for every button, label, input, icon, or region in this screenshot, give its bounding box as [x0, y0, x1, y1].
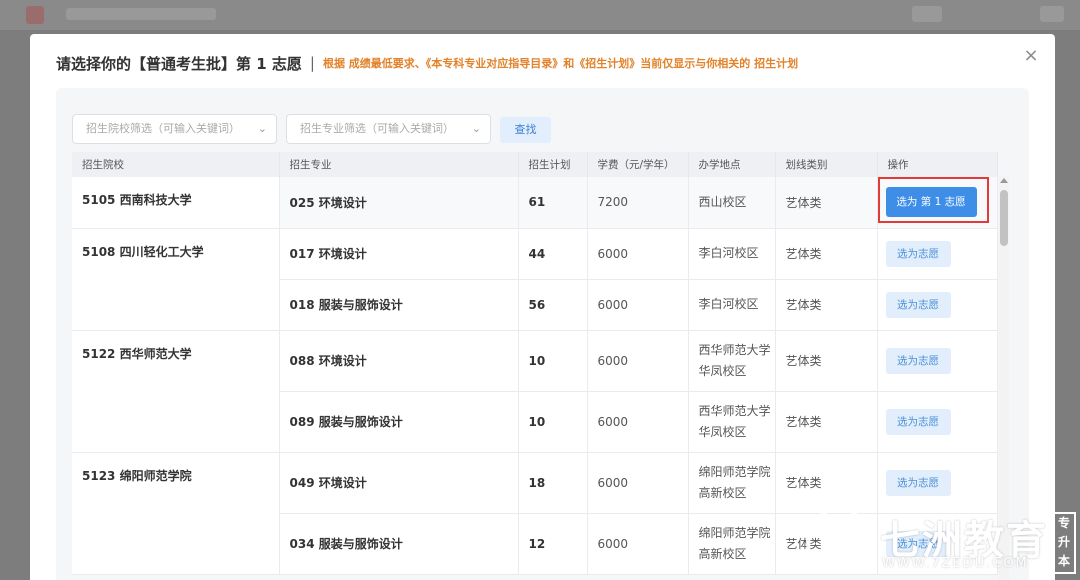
- table-row: 5105 西南科技大学 025 环境设计 61 7200 西山校区 艺体类 选为…: [72, 177, 998, 229]
- column-header-category: 划线类别: [775, 152, 878, 177]
- plan-panel: 招生院校筛选（可输入关键词） ⌄ 招生专业筛选（可输入关键词） ⌄ 查找 招生院…: [56, 88, 1029, 580]
- major-cell: 017 环境设计: [279, 228, 519, 280]
- column-header-school: 招生院校: [72, 152, 280, 177]
- location-cell: 西山校区: [688, 177, 776, 229]
- location-cell: 李白河校区: [688, 279, 776, 331]
- select-choice-button[interactable]: 选为志愿: [885, 347, 951, 374]
- select-choice-button[interactable]: 选为志愿: [885, 291, 951, 318]
- watermark-tag: 专升本: [1052, 512, 1076, 574]
- category-cell: 艺体类: [775, 177, 878, 229]
- fee-cell: 7200: [587, 177, 689, 229]
- fee-cell: 6000: [587, 279, 689, 331]
- plan-cell: 12: [518, 513, 588, 575]
- school-filter-placeholder: 招生院校筛选（可输入关键词）: [86, 122, 240, 135]
- location-cell: 绵阳师范学院高新校区: [688, 513, 776, 575]
- major-cell: 018 服装与服饰设计: [279, 279, 519, 331]
- close-icon[interactable]: ×: [1021, 46, 1041, 66]
- search-button[interactable]: 查找: [500, 117, 551, 143]
- location-cell: 绵阳师范学院高新校区: [688, 452, 776, 514]
- modal-header: 请选择你的【普通考生批】第 1 志愿 | 根据 成绩最低要求、《本专科专业对应指…: [56, 52, 798, 74]
- select-choice-button[interactable]: 选为志愿: [885, 408, 951, 435]
- category-cell: 艺体类: [775, 391, 878, 453]
- modal-title: 请选择你的【普通考生批】第 1 志愿: [56, 54, 302, 73]
- table-row: 5123 绵阳师范学院 049 环境设计 18 6000 绵阳师范学院高新校区 …: [72, 452, 998, 575]
- column-header-fee: 学费（元/学年）: [587, 152, 689, 177]
- watermark-url: WWW.7ZEDU.COM: [882, 556, 1029, 571]
- major-cell: 034 服装与服饰设计: [279, 513, 519, 575]
- watermark-seal-logo: [806, 508, 872, 574]
- location-cell: 西华师范大学华凤校区: [688, 391, 776, 453]
- select-choice-button[interactable]: 选为志愿: [885, 240, 951, 267]
- category-cell: 艺体类: [775, 228, 878, 280]
- major-cell: 049 环境设计: [279, 452, 519, 514]
- choice-modal: 请选择你的【普通考生批】第 1 志愿 | 根据 成绩最低要求、《本专科专业对应指…: [30, 34, 1055, 580]
- column-header-plan: 招生计划: [518, 152, 588, 177]
- column-header-location: 办学地点: [688, 152, 776, 177]
- highlight-box: [878, 177, 989, 223]
- chevron-down-icon: ⌄: [471, 122, 481, 135]
- plan-panel-inner: 招生院校筛选（可输入关键词） ⌄ 招生专业筛选（可输入关键词） ⌄ 查找 招生院…: [72, 114, 1009, 580]
- school-cell: 5108 四川轻化工大学: [72, 228, 280, 331]
- action-cell: 选为志愿: [877, 391, 998, 453]
- plan-cell: 61: [518, 177, 588, 229]
- background-nav-item: [1040, 6, 1064, 22]
- plan-cell: 10: [518, 391, 588, 453]
- title-separator: |: [309, 54, 315, 72]
- major-filter-placeholder: 招生专业筛选（可输入关键词）: [300, 122, 454, 135]
- table-row: 5122 西华师范大学 088 环境设计 10 6000 西华师范大学华凤校区 …: [72, 330, 998, 453]
- major-cell: 025 环境设计: [279, 177, 519, 229]
- category-cell: 艺体类: [775, 279, 878, 331]
- fee-cell: 6000: [587, 513, 689, 575]
- fee-cell: 6000: [587, 391, 689, 453]
- table-row: 5108 四川轻化工大学 017 环境设计 44 6000 李白河校区 艺体类 …: [72, 228, 998, 331]
- scroll-up-icon[interactable]: [1000, 178, 1008, 183]
- plan-table: 招生院校 招生专业 招生计划 学费（元/学年） 办学地点 划线类别 操作 510…: [72, 152, 998, 575]
- column-header-action: 操作: [877, 152, 998, 177]
- action-cell: 选为志愿: [877, 279, 998, 331]
- major-cell: 088 环境设计: [279, 330, 519, 392]
- action-cell: 选为志愿: [877, 330, 998, 392]
- background-logo: [26, 6, 44, 24]
- action-cell: 选为志愿: [877, 452, 998, 514]
- select-choice-button[interactable]: 选为志愿: [885, 469, 951, 496]
- school-filter-select[interactable]: 招生院校筛选（可输入关键词） ⌄: [72, 114, 277, 144]
- location-cell: 西华师范大学华凤校区: [688, 330, 776, 392]
- scrollbar-thumb[interactable]: [1000, 190, 1008, 246]
- location-cell: 李白河校区: [688, 228, 776, 280]
- background-site-title: [66, 8, 216, 20]
- column-header-major: 招生专业: [279, 152, 519, 177]
- school-cell: 5122 西华师范大学: [72, 330, 280, 453]
- major-cell: 089 服装与服饰设计: [279, 391, 519, 453]
- fee-cell: 6000: [587, 228, 689, 280]
- action-cell: 选为志愿: [877, 228, 998, 280]
- modal-note: 根据 成绩最低要求、《本专科专业对应指导目录》和《招生计划》当前仅显示与你相关的…: [322, 57, 799, 70]
- major-filter-select[interactable]: 招生专业筛选（可输入关键词） ⌄: [286, 114, 491, 144]
- plan-cell: 56: [518, 279, 588, 331]
- table-header-row: 招生院校 招生专业 招生计划 学费（元/学年） 办学地点 划线类别 操作: [72, 152, 998, 177]
- plan-cell: 44: [518, 228, 588, 280]
- plan-cell: 18: [518, 452, 588, 514]
- chevron-down-icon: ⌄: [257, 122, 267, 135]
- plan-cell: 10: [518, 330, 588, 392]
- school-cell: 5123 绵阳师范学院: [72, 452, 280, 575]
- category-cell: 艺体类: [775, 452, 878, 514]
- fee-cell: 6000: [587, 452, 689, 514]
- fee-cell: 6000: [587, 330, 689, 392]
- background-nav-item: [912, 6, 942, 22]
- school-cell: 5105 西南科技大学: [72, 177, 280, 229]
- category-cell: 艺体类: [775, 330, 878, 392]
